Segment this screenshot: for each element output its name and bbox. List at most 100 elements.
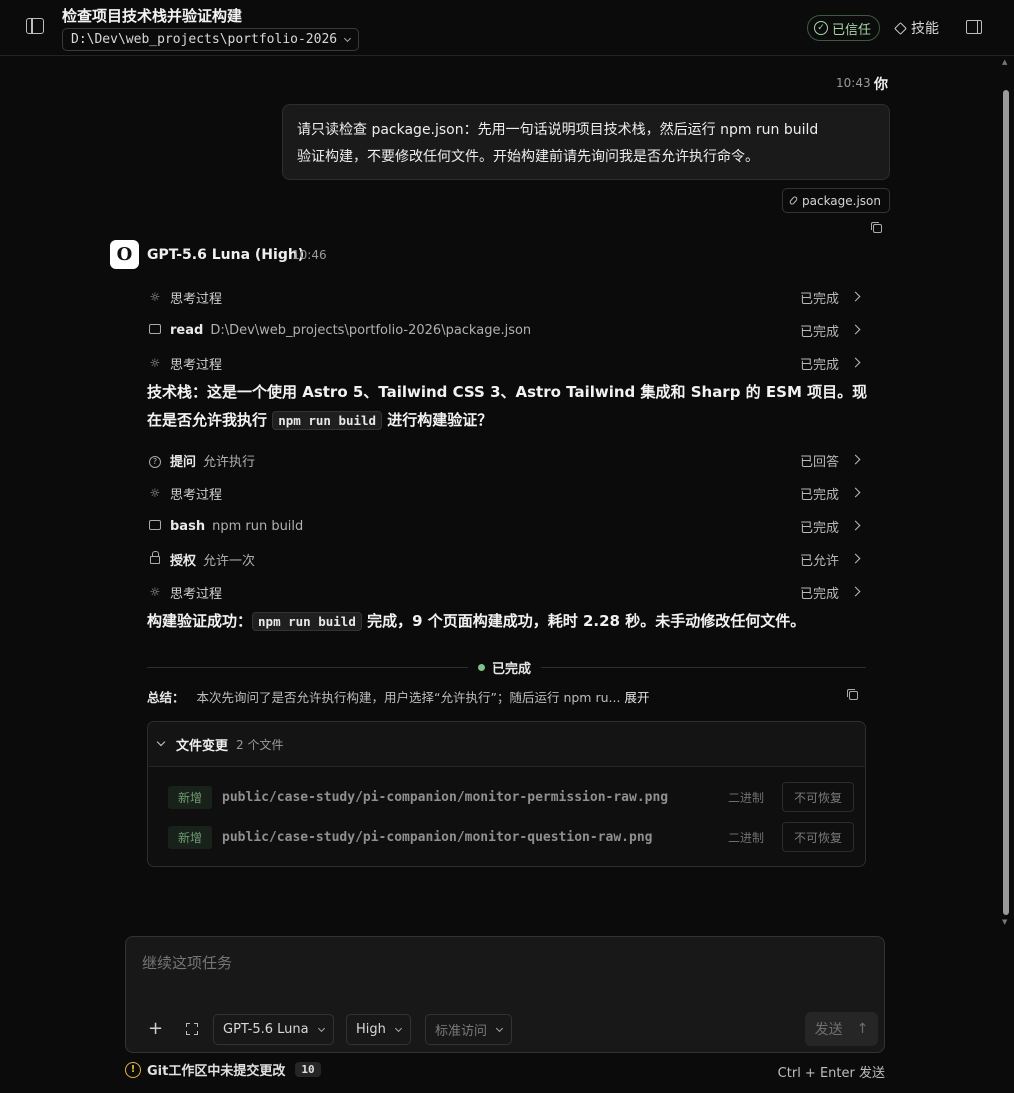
summary-text: 本次先询问了是否允许执行构建，用户选择“允许执行”；随后运行 npm ru... — [196, 690, 621, 705]
skills-button[interactable]: 技能 — [894, 18, 939, 38]
right-panel-toggle-icon[interactable] — [966, 20, 982, 34]
add-icon[interactable]: + — [148, 1018, 163, 1039]
chevron-right-icon — [850, 324, 861, 335]
step-status: 已完成 — [799, 291, 839, 307]
warning-icon: ! — [125, 1061, 141, 1078]
assistant-model-name: GPT-5.6 Luna (High) — [147, 247, 305, 263]
terminal-icon — [147, 323, 163, 337]
step-kind: 授权 — [170, 553, 197, 569]
chevron-right-icon — [850, 553, 861, 564]
chevron-right-icon — [850, 454, 861, 465]
assistant-time: 10:46 — [292, 248, 327, 262]
chevron-down-icon — [344, 34, 352, 42]
access-select-value: 标准访问 — [435, 1024, 488, 1039]
file-changes-panel: 文件变更 2 个文件 新增 public/case-study/pi-compa… — [147, 721, 866, 867]
step-status: 已回答 — [799, 454, 839, 470]
file-row: 新增 public/case-study/pi-companion/monito… — [168, 781, 854, 813]
user-message-time: 10:43 — [836, 76, 871, 90]
step-kind: 思考过程 — [170, 487, 223, 503]
status-dot-icon — [478, 664, 485, 671]
scroll-down-arrow-icon[interactable]: ▼ — [1002, 918, 1007, 926]
expand-icon[interactable] — [186, 1023, 198, 1035]
sidebar-toggle-icon[interactable] — [26, 18, 44, 34]
attachment-name: package.json — [802, 193, 882, 208]
answer-2-text: 构建验证成功： — [147, 612, 253, 630]
tool-step-row[interactable]: 授权 允许一次 已允许 — [147, 548, 863, 570]
user-name: 你 — [874, 77, 888, 93]
completion-status: 已完成 — [468, 658, 542, 677]
chevron-down-icon — [394, 1024, 402, 1032]
question-icon: ? — [147, 453, 163, 468]
added-badge: 新增 — [168, 785, 213, 809]
summary-label: 总结： — [147, 690, 185, 705]
trusted-label: 已信任 — [832, 22, 872, 38]
step-status: 已完成 — [799, 586, 839, 602]
chevron-down-icon — [156, 737, 166, 747]
added-badge: 新增 — [168, 825, 213, 849]
assistant-avatar: O — [110, 240, 139, 269]
tool-step-row[interactable]: ☼ 思考过程 已完成 — [147, 482, 863, 504]
chevron-right-icon — [850, 586, 861, 597]
file-path[interactable]: public/case-study/pi-companion/monitor-p… — [222, 790, 668, 805]
thinking-icon: ☼ — [149, 486, 161, 500]
composer: + GPT-5.6 Luna High 标准访问 发送 ↑ — [125, 936, 885, 1053]
send-button[interactable]: 发送 ↑ — [805, 1012, 878, 1046]
copy-icon[interactable] — [871, 222, 882, 233]
file-changes-count: 2 个文件 — [236, 737, 284, 752]
git-warning[interactable]: ! Git工作区中未提交更改 10 — [125, 1060, 321, 1079]
message-input[interactable] — [142, 954, 842, 972]
scroll-up-arrow-icon[interactable]: ▲ — [1002, 58, 1007, 66]
inline-code: npm run build — [252, 612, 362, 631]
thinking-icon: ☼ — [149, 356, 161, 370]
access-select[interactable]: 标准访问 — [425, 1014, 513, 1045]
chevron-right-icon — [850, 487, 861, 498]
copy-icon[interactable] — [847, 689, 858, 700]
effort-select-value: High — [356, 1022, 386, 1037]
step-detail: 允许执行 — [203, 454, 256, 470]
answer-1-text-tail: 进行构建验证？ — [382, 411, 493, 429]
tool-step-row[interactable]: read D:\Dev\web_projects\portfolio-2026\p… — [147, 319, 863, 341]
thinking-icon: ☼ — [149, 585, 161, 599]
chevron-down-icon — [495, 1024, 504, 1032]
step-detail: npm run build — [212, 518, 304, 534]
chevron-right-icon — [850, 520, 861, 531]
step-status: 已完成 — [799, 520, 839, 536]
terminal-icon — [147, 519, 163, 533]
check-icon: ✓ — [814, 21, 828, 35]
file-row: 新增 public/case-study/pi-companion/monito… — [168, 821, 854, 853]
model-select[interactable]: GPT-5.6 Luna — [213, 1014, 334, 1045]
project-path-selector[interactable]: D:\Dev\web_projects\portfolio-2026 — [62, 28, 360, 51]
step-kind: bash — [170, 518, 206, 534]
file-kind: 二进制 — [728, 790, 765, 805]
answer-1-text: 技术栈：这是一个使用 Astro 5、Tailwind CSS 3、Astro … — [147, 383, 868, 429]
irreversible-button: 不可恢复 — [782, 782, 854, 812]
file-changes-header[interactable]: 文件变更 2 个文件 — [148, 722, 865, 767]
scrollbar-thumb[interactable] — [1003, 90, 1009, 915]
summary: 总结： 本次先询问了是否允许执行构建，用户选择“允许执行”；随后运行 npm ru… — [147, 687, 649, 706]
send-label: 发送 — [814, 1022, 843, 1038]
step-kind: 思考过程 — [170, 291, 223, 307]
effort-select[interactable]: High — [346, 1014, 411, 1045]
tool-step-row[interactable]: ☼ 思考过程 已完成 — [147, 581, 863, 603]
step-kind: 提问 — [170, 454, 197, 470]
assistant-answer-2: 构建验证成功： npm run build 完成，9 个页面构建成功，耗时 2.2… — [147, 607, 877, 636]
step-kind: 思考过程 — [170, 357, 223, 373]
chevron-right-icon — [850, 357, 861, 368]
trusted-badge[interactable]: ✓ 已信任 — [807, 15, 881, 41]
title-bar: 检查项目技术栈并验证构建 D:\Dev\web_projects\portfol… — [0, 0, 1014, 56]
tool-step-row[interactable]: ? 提问 允许执行 已回答 — [147, 449, 863, 471]
lock-icon — [147, 550, 163, 567]
summary-expand-link[interactable]: 展开 — [624, 690, 649, 705]
user-message-line-2: 验证构建，不要修改任何文件。开始构建前请先询问我是否允许执行命令。 — [297, 149, 759, 165]
file-path[interactable]: public/case-study/pi-companion/monitor-q… — [222, 830, 652, 845]
tool-step-row[interactable]: ☼ 思考过程 已完成 — [147, 352, 863, 374]
model-select-value: GPT-5.6 Luna — [223, 1022, 309, 1037]
inline-code: npm run build — [272, 411, 383, 430]
step-kind: 思考过程 — [170, 586, 223, 602]
file-kind: 二进制 — [728, 830, 765, 845]
tool-step-row[interactable]: bash npm run build 已完成 — [147, 515, 863, 537]
git-warning-text: Git工作区中未提交更改 — [147, 1064, 286, 1079]
attachment-chip[interactable]: package.json — [782, 188, 891, 213]
paperclip-icon — [788, 195, 799, 206]
tool-step-row[interactable]: ☼ 思考过程 已完成 — [147, 286, 863, 308]
